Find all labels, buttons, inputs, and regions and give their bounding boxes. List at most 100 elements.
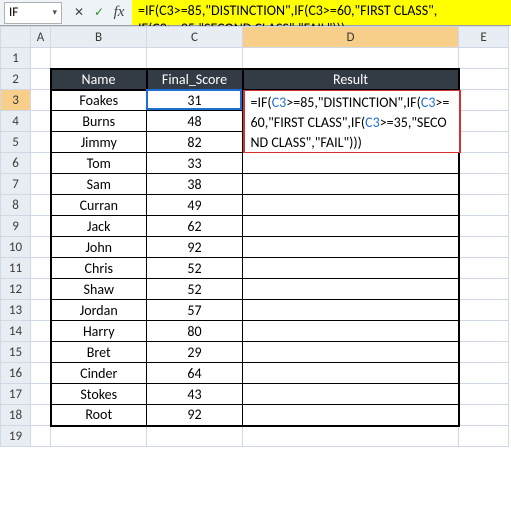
- cell-B2[interactable]: Name: [51, 69, 147, 90]
- cell-C2[interactable]: Final_Score: [147, 69, 243, 90]
- row-header-11[interactable]: 11: [1, 258, 31, 279]
- col-header-A[interactable]: A: [31, 27, 51, 48]
- cell-D1[interactable]: [243, 48, 459, 69]
- cell-B15[interactable]: Bret: [51, 342, 147, 363]
- cell-E11[interactable]: [459, 258, 509, 279]
- row-header-9[interactable]: 9: [1, 216, 31, 237]
- cell-D8[interactable]: [243, 195, 459, 216]
- cell-C16[interactable]: 64: [147, 363, 243, 384]
- cell-C8[interactable]: 49: [147, 195, 243, 216]
- cell-E12[interactable]: [459, 279, 509, 300]
- cell-A16[interactable]: [31, 363, 51, 384]
- cell-E19[interactable]: [459, 426, 509, 447]
- row-header-13[interactable]: 13: [1, 300, 31, 321]
- cell-D9[interactable]: [243, 216, 459, 237]
- cell-B9[interactable]: Jack: [51, 216, 147, 237]
- cell-B12[interactable]: Shaw: [51, 279, 147, 300]
- cell-A15[interactable]: [31, 342, 51, 363]
- col-header-B[interactable]: B: [51, 27, 147, 48]
- cell-D19[interactable]: [243, 426, 459, 447]
- cell-A5[interactable]: [31, 132, 51, 153]
- row-header-17[interactable]: 17: [1, 384, 31, 405]
- row-header-5[interactable]: 5: [1, 132, 31, 153]
- cell-C10[interactable]: 92: [147, 237, 243, 258]
- cell-A4[interactable]: [31, 111, 51, 132]
- cell-B5[interactable]: Jimmy: [51, 132, 147, 153]
- row-header-16[interactable]: 16: [1, 363, 31, 384]
- cell-E7[interactable]: [459, 174, 509, 195]
- inline-formula-editor[interactable]: =IF(C3>=85,"DISTINCTION",IF(C3>=60,"FIRS…: [245, 91, 459, 152]
- cell-D12[interactable]: [243, 279, 459, 300]
- cell-E8[interactable]: [459, 195, 509, 216]
- cell-E15[interactable]: [459, 342, 509, 363]
- row-header-8[interactable]: 8: [1, 195, 31, 216]
- cell-B10[interactable]: John: [51, 237, 147, 258]
- row-header-2[interactable]: 2: [1, 69, 31, 90]
- cell-A18[interactable]: [31, 405, 51, 426]
- row-header-1[interactable]: 1: [1, 48, 31, 69]
- col-header-D[interactable]: D: [243, 27, 459, 48]
- cell-D10[interactable]: [243, 237, 459, 258]
- enter-icon[interactable]: ✓: [90, 4, 108, 22]
- cell-B8[interactable]: Curran: [51, 195, 147, 216]
- cell-B11[interactable]: Chris: [51, 258, 147, 279]
- cell-C1[interactable]: [147, 48, 243, 69]
- cell-C18[interactable]: 92: [147, 405, 243, 426]
- cell-C6[interactable]: 33: [147, 153, 243, 174]
- row-header-4[interactable]: 4: [1, 111, 31, 132]
- cell-A13[interactable]: [31, 300, 51, 321]
- cell-A14[interactable]: [31, 321, 51, 342]
- cell-E4[interactable]: [459, 111, 509, 132]
- row-header-6[interactable]: 6: [1, 153, 31, 174]
- cell-C3[interactable]: 31: [147, 90, 243, 111]
- cell-B17[interactable]: Stokes: [51, 384, 147, 405]
- cell-E18[interactable]: [459, 405, 509, 426]
- cell-A2[interactable]: [31, 69, 51, 90]
- cell-D16[interactable]: [243, 363, 459, 384]
- cell-E14[interactable]: [459, 321, 509, 342]
- formula-bar[interactable]: =IF(C3>=85,"DISTINCTION",IF(C3>=60,"FIRS…: [132, 0, 511, 25]
- cell-C7[interactable]: 38: [147, 174, 243, 195]
- row-header-15[interactable]: 15: [1, 342, 31, 363]
- cell-C17[interactable]: 43: [147, 384, 243, 405]
- cell-C19[interactable]: [147, 426, 243, 447]
- cell-A8[interactable]: [31, 195, 51, 216]
- cell-B1[interactable]: [51, 48, 147, 69]
- name-box[interactable]: IF ▾: [4, 2, 62, 24]
- cell-B19[interactable]: [51, 426, 147, 447]
- cell-A19[interactable]: [31, 426, 51, 447]
- cell-D11[interactable]: [243, 258, 459, 279]
- cell-C15[interactable]: 29: [147, 342, 243, 363]
- cell-E2[interactable]: [459, 69, 509, 90]
- cell-A17[interactable]: [31, 384, 51, 405]
- cell-D2[interactable]: Result: [243, 69, 459, 90]
- cell-B4[interactable]: Burns: [51, 111, 147, 132]
- row-header-10[interactable]: 10: [1, 237, 31, 258]
- cell-C5[interactable]: 82: [147, 132, 243, 153]
- cell-A6[interactable]: [31, 153, 51, 174]
- cell-E6[interactable]: [459, 153, 509, 174]
- cell-B18[interactable]: Root: [51, 405, 147, 426]
- spreadsheet-grid[interactable]: ABCDE12NameFinal_ScoreResult3Foakes314Bu…: [0, 26, 511, 447]
- row-header-14[interactable]: 14: [1, 321, 31, 342]
- cell-D14[interactable]: [243, 321, 459, 342]
- select-all-corner[interactable]: [1, 27, 31, 48]
- dropdown-icon[interactable]: ▾: [52, 7, 57, 18]
- cell-E16[interactable]: [459, 363, 509, 384]
- cell-D17[interactable]: [243, 384, 459, 405]
- cell-A1[interactable]: [31, 48, 51, 69]
- cell-E9[interactable]: [459, 216, 509, 237]
- cell-B6[interactable]: Tom: [51, 153, 147, 174]
- cell-E13[interactable]: [459, 300, 509, 321]
- cell-E5[interactable]: [459, 132, 509, 153]
- cell-A9[interactable]: [31, 216, 51, 237]
- row-header-18[interactable]: 18: [1, 405, 31, 426]
- cancel-icon[interactable]: ✕: [70, 4, 88, 22]
- fx-icon[interactable]: fx: [110, 4, 128, 22]
- cell-B14[interactable]: Harry: [51, 321, 147, 342]
- cell-D6[interactable]: [243, 153, 459, 174]
- cell-C9[interactable]: 62: [147, 216, 243, 237]
- row-header-19[interactable]: 19: [1, 426, 31, 447]
- col-header-C[interactable]: C: [147, 27, 243, 48]
- cell-C13[interactable]: 57: [147, 300, 243, 321]
